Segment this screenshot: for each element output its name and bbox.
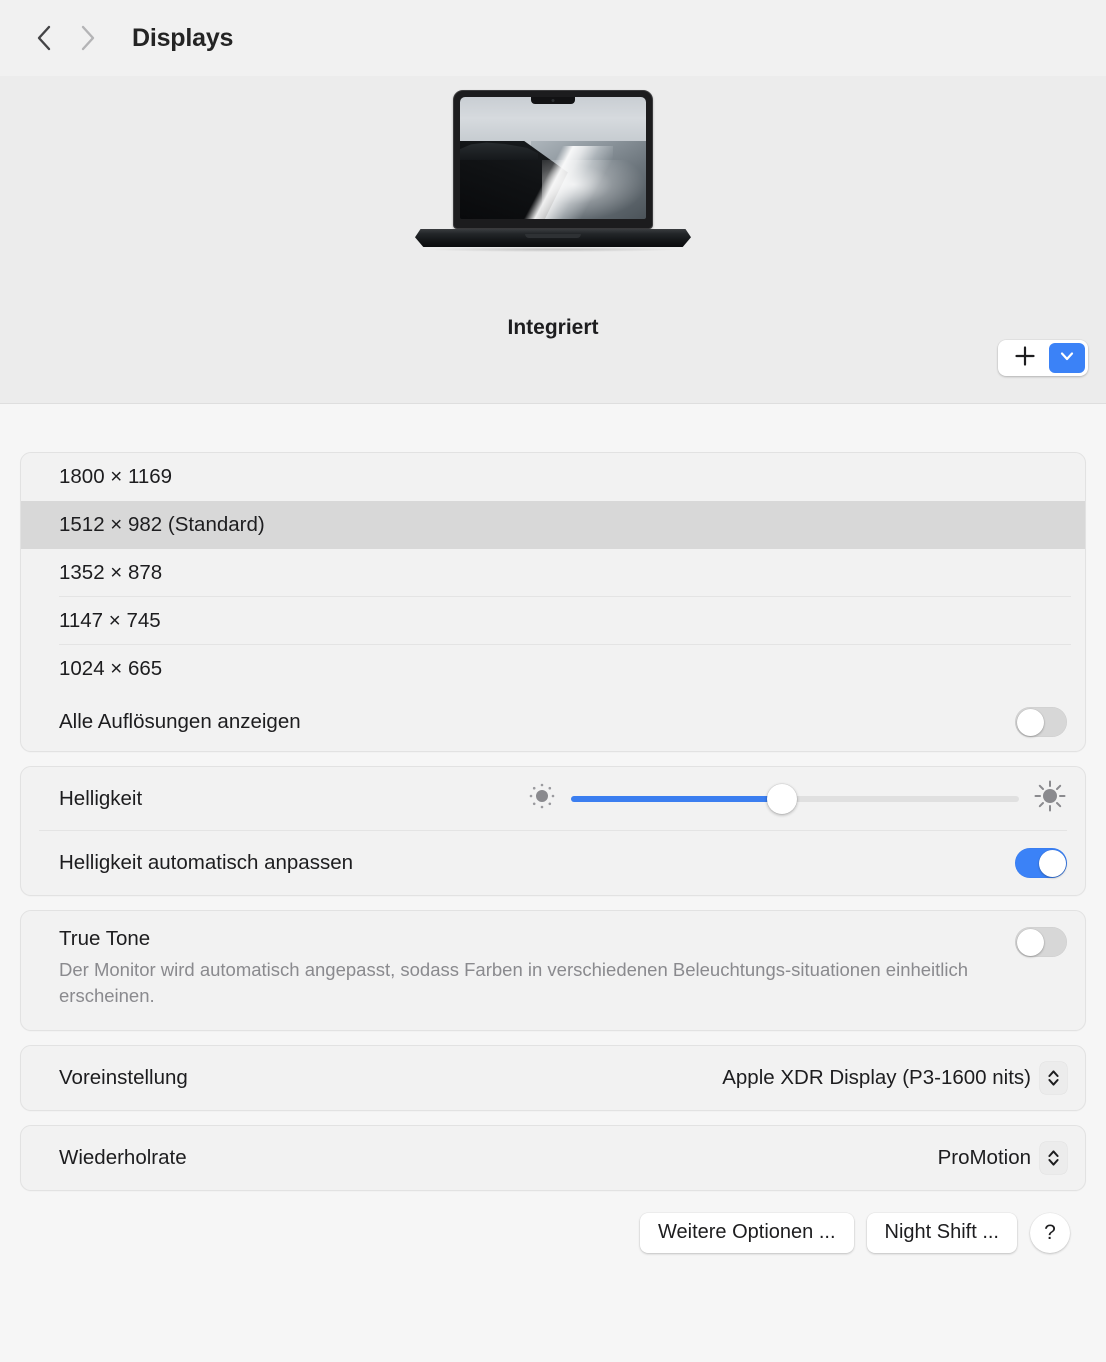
display-name-label: Integriert xyxy=(507,316,599,339)
refresh-rate-popup-button[interactable]: ProMotion xyxy=(937,1141,1067,1174)
laptop-shadow xyxy=(428,247,678,252)
resolution-label: 1800 × 1169 xyxy=(59,465,173,488)
laptop-base xyxy=(415,229,691,247)
true-tone-description: Der Monitor wird automatisch angepasst, … xyxy=(59,959,969,1007)
page-title: Displays xyxy=(132,23,234,52)
laptop-lid xyxy=(453,90,653,229)
brightness-slider-fill xyxy=(571,796,782,802)
more-options-button[interactable]: Weitere Optionen ... xyxy=(640,1212,854,1253)
plus-icon xyxy=(1014,345,1036,372)
preset-popup-button[interactable]: Apple XDR Display (P3-1600 nits) xyxy=(722,1061,1067,1094)
preset-row: Voreinstellung Apple XDR Display (P3-160… xyxy=(21,1046,1085,1110)
resolution-option[interactable]: 1800 × 1169 xyxy=(21,453,1085,501)
toggle-knob xyxy=(1016,928,1044,956)
chevron-up-down-icon[interactable] xyxy=(1040,1061,1067,1094)
settings-content: 1800 × 1169 1512 × 982 (Standard) 1352 ×… xyxy=(0,452,1106,1253)
brightness-slider-group[interactable] xyxy=(527,779,1067,819)
auto-brightness-toggle[interactable] xyxy=(1015,848,1067,878)
titlebar: Displays xyxy=(0,0,1106,76)
auto-brightness-label: Helligkeit automatisch anpassen xyxy=(59,851,353,874)
help-button[interactable]: ? xyxy=(1030,1212,1070,1253)
brightness-label: Helligkeit xyxy=(59,787,143,810)
resolution-label: 1024 × 665 xyxy=(59,657,163,680)
chevron-left-icon xyxy=(34,23,54,53)
display-preview-area: Integriert xyxy=(0,76,1106,404)
forward-button[interactable] xyxy=(66,16,110,60)
brightness-slider-knob[interactable] xyxy=(766,784,797,814)
true-tone-label: True Tone xyxy=(59,927,151,950)
resolutions-card: 1800 × 1169 1512 × 982 (Standard) 1352 ×… xyxy=(20,452,1086,752)
notch-icon xyxy=(531,97,575,104)
show-all-resolutions-label: Alle Auflösungen anzeigen xyxy=(59,710,301,733)
true-tone-toggle[interactable] xyxy=(1015,927,1067,957)
toggle-knob xyxy=(1016,708,1044,736)
refresh-rate-value: ProMotion xyxy=(937,1145,1031,1169)
brightness-low-icon xyxy=(527,781,557,817)
resolution-option-selected[interactable]: 1512 × 982 (Standard) xyxy=(21,501,1085,549)
refresh-rate-label: Wiederholrate xyxy=(59,1145,187,1169)
brightness-card: Helligkeit Helligkeit automatisch anpass… xyxy=(20,766,1086,896)
resolution-option[interactable]: 1352 × 878 xyxy=(21,549,1085,597)
toggle-knob xyxy=(1038,849,1066,877)
add-display-button[interactable] xyxy=(1001,343,1049,373)
show-all-resolutions-row: Alle Auflösungen anzeigen xyxy=(21,693,1085,751)
show-all-resolutions-toggle[interactable] xyxy=(1015,707,1067,737)
auto-brightness-row: Helligkeit automatisch anpassen xyxy=(21,831,1085,895)
preset-value: Apple XDR Display (P3-1600 nits) xyxy=(722,1065,1031,1089)
laptop-screen xyxy=(460,97,646,219)
true-tone-row: True Tone xyxy=(21,911,1085,963)
resolution-label: 1147 × 745 xyxy=(59,609,161,632)
chevron-up-down-icon[interactable] xyxy=(1040,1141,1067,1174)
refresh-rate-card: Wiederholrate ProMotion xyxy=(20,1124,1086,1191)
add-display-group[interactable] xyxy=(998,340,1088,376)
resolution-option[interactable]: 1024 × 665 xyxy=(21,645,1085,693)
refresh-rate-row: Wiederholrate ProMotion xyxy=(21,1126,1085,1190)
true-tone-card: True Tone Der Monitor wird automatisch a… xyxy=(20,910,1086,1031)
macbook-illustration[interactable] xyxy=(415,90,691,252)
display-options-popup-button[interactable] xyxy=(1049,343,1085,373)
chevron-down-icon xyxy=(1058,347,1076,370)
brightness-slider-track[interactable] xyxy=(571,784,1019,814)
brightness-row: Helligkeit xyxy=(21,767,1085,831)
preset-label: Voreinstellung xyxy=(59,1065,188,1089)
footer-buttons: Weitere Optionen ... Night Shift ... ? xyxy=(20,1191,1086,1253)
laptop-base-notch xyxy=(525,234,581,238)
back-button[interactable] xyxy=(22,16,66,60)
wallpaper-foam-highlight xyxy=(541,160,646,219)
resolution-label: 1352 × 878 xyxy=(59,561,163,584)
brightness-high-icon xyxy=(1033,779,1067,819)
night-shift-button[interactable]: Night Shift ... xyxy=(866,1212,1017,1253)
camera-icon xyxy=(551,99,555,102)
chevron-right-icon xyxy=(78,23,98,53)
resolution-option[interactable]: 1147 × 745 xyxy=(21,597,1085,645)
resolution-label: 1512 × 982 (Standard) xyxy=(59,513,265,536)
preset-card: Voreinstellung Apple XDR Display (P3-160… xyxy=(20,1044,1086,1111)
